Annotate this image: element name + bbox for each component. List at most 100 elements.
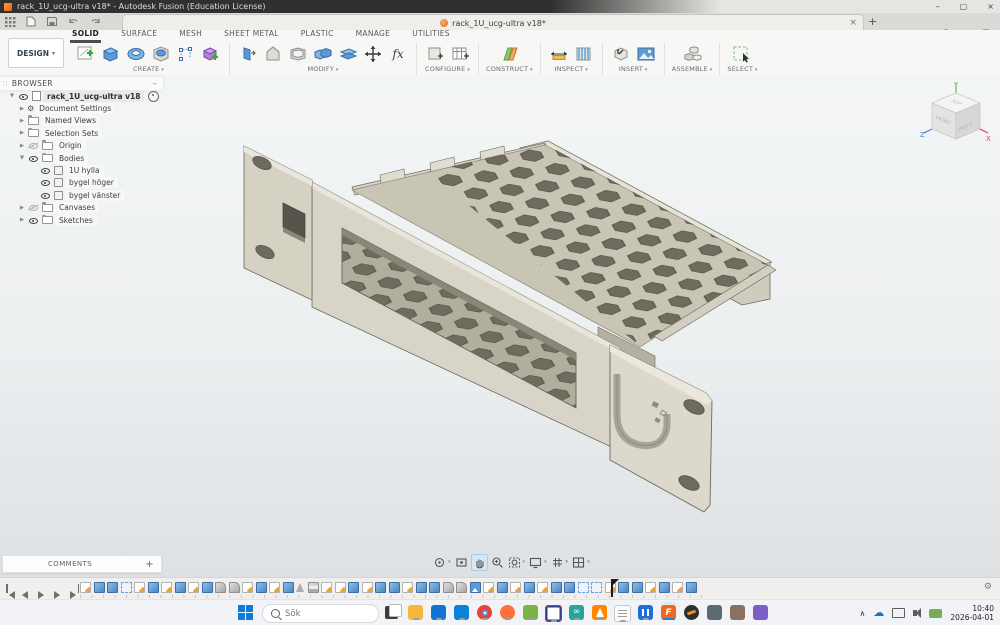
- taskbar-app-icon[interactable]: [523, 602, 538, 620]
- play-button[interactable]: [38, 584, 47, 593]
- app-grid-icon[interactable]: [4, 16, 16, 27]
- timeline-position-marker[interactable]: [611, 579, 613, 597]
- visibility-eye-icon[interactable]: [28, 216, 38, 224]
- onedrive-icon[interactable]: ☁: [873, 608, 884, 618]
- timeline-feature[interactable]: [443, 582, 454, 593]
- new-component-icon[interactable]: [681, 44, 703, 64]
- timeline-feature[interactable]: [121, 582, 132, 593]
- timeline-feature[interactable]: [659, 582, 670, 593]
- browser-item-body-bygel-vanster[interactable]: bygel vänster: [0, 189, 163, 201]
- browser-item-body-bygel-hoger[interactable]: bygel höger: [0, 177, 163, 189]
- timeline-feature[interactable]: [483, 582, 494, 593]
- chamfer-icon[interactable]: [262, 44, 284, 64]
- tray-chevron-icon[interactable]: ∧: [860, 609, 866, 618]
- expander-icon[interactable]: ▶: [18, 118, 26, 124]
- fit-icon[interactable]: [507, 555, 522, 570]
- file-icon[interactable]: [25, 16, 37, 27]
- model-left-ear[interactable]: [244, 146, 312, 300]
- browser-item-document-settings[interactable]: ▶ ⚙ Document Settings: [0, 102, 163, 114]
- visibility-eye-off-icon[interactable]: [28, 142, 38, 150]
- taskbar-app-icon[interactable]: [638, 602, 653, 620]
- ribbon-tab[interactable]: PLASTIC: [299, 29, 336, 43]
- go-to-start-button[interactable]: [6, 584, 15, 593]
- new-tab-button[interactable]: +: [868, 15, 877, 28]
- timeline-feature[interactable]: [321, 582, 332, 593]
- maximize-button[interactable]: ▢: [960, 0, 968, 13]
- expander-icon[interactable]: ▶: [18, 130, 26, 136]
- timeline-feature[interactable]: [510, 582, 521, 593]
- activate-component-icon[interactable]: [148, 91, 159, 102]
- visibility-eye-icon[interactable]: [18, 92, 28, 100]
- start-button[interactable]: [238, 605, 254, 621]
- timeline-feature[interactable]: [470, 582, 481, 593]
- redo-icon[interactable]: [88, 16, 100, 27]
- add-comment-button[interactable]: +: [145, 559, 154, 570]
- configuration-icon[interactable]: [424, 44, 446, 64]
- change-parameters-icon[interactable]: fx: [387, 44, 409, 64]
- create-group-label[interactable]: CREATE: [133, 65, 164, 73]
- measure-icon[interactable]: [548, 44, 570, 64]
- taskbar-clock[interactable]: 10:40 2026-04-01: [950, 604, 994, 622]
- tab-close-icon[interactable]: ×: [849, 18, 857, 28]
- section-analysis-icon[interactable]: [573, 44, 595, 64]
- taskbar-app-icon[interactable]: [500, 602, 515, 620]
- browser-header[interactable]: ∷ BROWSER –: [0, 77, 163, 90]
- viewports-icon[interactable]: [571, 555, 586, 570]
- timeline-feature[interactable]: [672, 582, 683, 593]
- combine-icon[interactable]: [312, 44, 334, 64]
- timeline-feature[interactable]: [348, 582, 359, 593]
- drag-grip-icon[interactable]: ∷: [3, 80, 8, 88]
- press-pull-icon[interactable]: [237, 44, 259, 64]
- timeline-feature[interactable]: [591, 582, 602, 593]
- taskbar-app-icon[interactable]: [661, 602, 676, 620]
- timeline-feature[interactable]: [578, 582, 589, 593]
- search-input[interactable]: Sök: [262, 604, 379, 623]
- extrude-icon[interactable]: [100, 44, 122, 64]
- ribbon-tab[interactable]: MANAGE: [354, 29, 393, 43]
- create-sketch-icon[interactable]: [75, 44, 97, 64]
- browser-item-selection-sets[interactable]: ▶ Selection Sets: [0, 127, 163, 139]
- step-forward-button[interactable]: [54, 584, 63, 593]
- step-back-button[interactable]: [22, 584, 31, 593]
- zoom-icon[interactable]: [490, 555, 505, 570]
- orbit-icon[interactable]: [432, 555, 447, 570]
- go-to-end-button[interactable]: [70, 584, 79, 593]
- taskbar-app-icon[interactable]: [592, 602, 607, 620]
- ribbon-tab[interactable]: UTILITIES: [410, 29, 452, 43]
- 3d-sketch-icon[interactable]: [175, 44, 197, 64]
- timeline-feature[interactable]: [686, 582, 697, 593]
- volume-icon[interactable]: [913, 610, 917, 616]
- timeline-feature[interactable]: [269, 582, 280, 593]
- display-tray-icon[interactable]: [892, 608, 905, 618]
- timeline-feature[interactable]: [524, 582, 535, 593]
- timeline-feature[interactable]: [215, 582, 226, 593]
- timeline-feature[interactable]: [296, 583, 305, 592]
- undo-icon[interactable]: [67, 16, 79, 27]
- timeline-feature[interactable]: [202, 582, 213, 593]
- taskbar-app-icon[interactable]: [615, 602, 630, 622]
- timeline-feature[interactable]: [148, 582, 159, 593]
- select-icon[interactable]: [731, 44, 753, 64]
- construct-group-label[interactable]: CONSTRUCT: [486, 65, 533, 73]
- expander-icon[interactable]: ▶: [18, 143, 26, 149]
- timeline-feature[interactable]: [537, 582, 548, 593]
- timeline-feature[interactable]: [645, 582, 656, 593]
- select-group-label[interactable]: SELECT: [727, 65, 757, 73]
- move-copy-icon[interactable]: [362, 44, 384, 64]
- split-body-icon[interactable]: [337, 44, 359, 64]
- inspect-group-label[interactable]: INSPECT: [555, 65, 588, 73]
- ribbon-tab[interactable]: SURFACE: [119, 29, 159, 43]
- visibility-eye-icon[interactable]: [40, 179, 50, 187]
- taskbar-app-icon[interactable]: [431, 602, 446, 620]
- timeline-feature[interactable]: [80, 582, 91, 593]
- taskbar-app-icon[interactable]: [707, 602, 722, 620]
- modify-group-label[interactable]: MODIFY: [307, 65, 338, 73]
- expander-icon[interactable]: ▶: [18, 217, 26, 223]
- timeline-feature[interactable]: [335, 582, 346, 593]
- look-at-icon[interactable]: [454, 555, 469, 570]
- taskbar-app-icon[interactable]: [546, 602, 561, 622]
- timeline-feature[interactable]: [242, 582, 253, 593]
- timeline-feature[interactable]: [564, 582, 575, 593]
- display-settings-icon[interactable]: [528, 555, 543, 570]
- minimize-button[interactable]: –: [936, 0, 940, 13]
